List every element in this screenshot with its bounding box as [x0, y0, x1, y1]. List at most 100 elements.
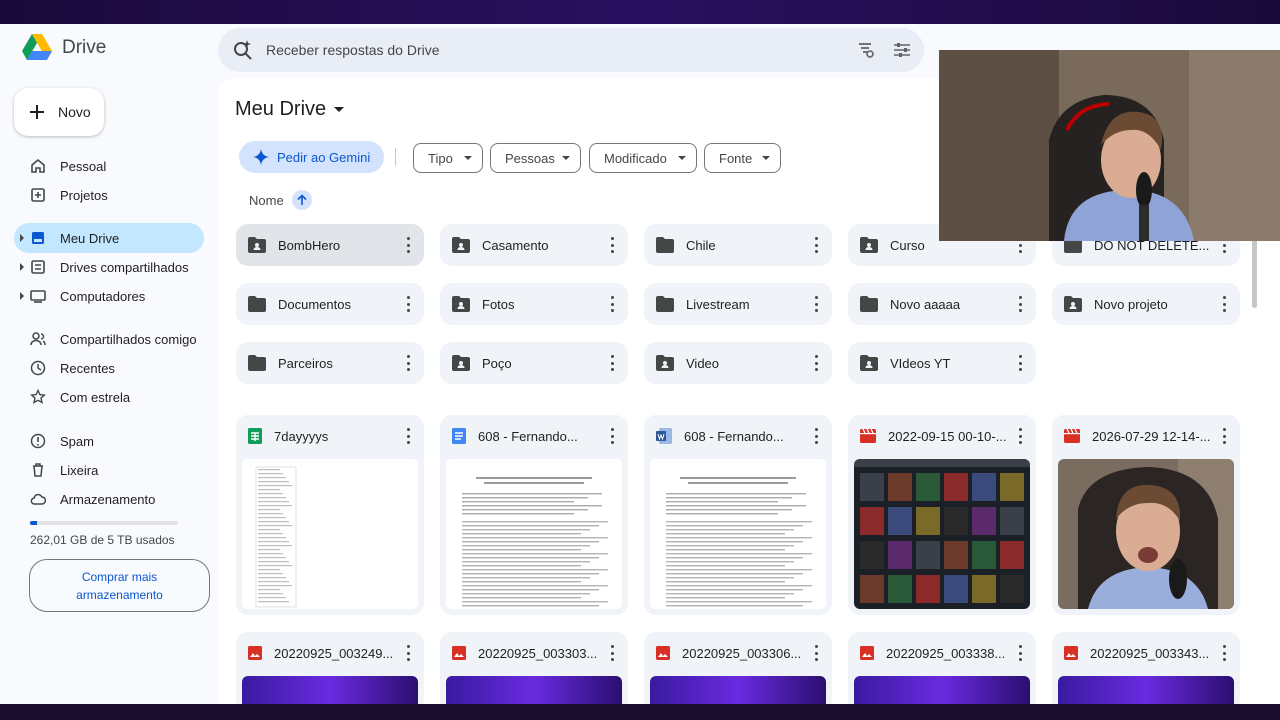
more-options-icon[interactable] [1222, 645, 1226, 661]
file-card[interactable]: 608 - Fernando... [644, 415, 832, 615]
file-card[interactable]: 2022-09-15 00-10-... [848, 415, 1036, 615]
more-options-icon[interactable] [610, 355, 614, 371]
clock-icon [30, 360, 46, 376]
folder-item[interactable]: Novo aaaaa [848, 283, 1036, 325]
file-card[interactable]: 7dayyyys [236, 415, 424, 615]
new-button-label: Novo [58, 104, 91, 120]
file-card[interactable]: 20220925_003343.... [1052, 632, 1240, 704]
folder-item[interactable]: Poço [440, 342, 628, 384]
file-thumbnail[interactable] [242, 676, 418, 704]
folder-item[interactable]: Fotos [440, 283, 628, 325]
sidebar-item-compartilhados-comigo[interactable]: Compartilhados comigo [14, 324, 204, 354]
sidebar-item-computadores[interactable]: Computadores [14, 281, 204, 311]
more-options-icon[interactable] [1018, 296, 1022, 312]
folder-name: Video [686, 355, 720, 371]
expand-caret-icon[interactable] [20, 234, 24, 242]
file-card[interactable]: 20220925_003338.... [848, 632, 1036, 704]
sidebar-item-label: Computadores [60, 288, 146, 304]
more-options-icon[interactable] [406, 645, 410, 661]
new-button[interactable]: Novo [14, 88, 104, 136]
sidebar-item-recentes[interactable]: Recentes [14, 353, 204, 383]
more-options-icon[interactable] [814, 645, 818, 661]
filter-chip-tipo[interactable]: Tipo [413, 143, 483, 173]
file-thumbnail[interactable] [242, 459, 418, 609]
file-thumbnail[interactable] [1058, 676, 1234, 704]
file-thumbnail[interactable] [446, 459, 622, 609]
filter-chip-pessoas[interactable]: Pessoas [490, 143, 581, 173]
more-options-icon[interactable] [610, 428, 614, 444]
folder-item[interactable]: BombHero [236, 224, 424, 266]
home-icon [31, 158, 45, 173]
sidebar-item-label: Recentes [60, 360, 115, 376]
file-card[interactable]: 20220925_003303.... [440, 632, 628, 704]
search-input[interactable] [266, 38, 826, 62]
file-card[interactable]: 608 - Fernando... [440, 415, 628, 615]
computer-icon [30, 290, 46, 303]
folder-item[interactable]: VIdeos YT [848, 342, 1036, 384]
file-thumbnail[interactable] [446, 676, 622, 704]
file-card[interactable]: 20220925_003306.... [644, 632, 832, 704]
filter-chip-modificado[interactable]: Modificado [589, 143, 697, 173]
sidebar-item-spam[interactable]: Spam [14, 426, 204, 456]
file-card[interactable]: 20220925_003249.... [236, 632, 424, 704]
ask-gemini-button[interactable]: Pedir ao Gemini [239, 141, 385, 173]
sidebar-item-pessoal[interactable]: Pessoal [14, 151, 204, 181]
expand-caret-icon[interactable] [20, 263, 24, 271]
more-options-icon[interactable] [814, 428, 818, 444]
file-thumbnail[interactable] [650, 459, 826, 609]
more-options-icon[interactable] [814, 237, 818, 253]
sort-ascending-icon[interactable] [291, 190, 312, 210]
more-options-icon[interactable] [1018, 645, 1022, 661]
sidebar-item-lixeira[interactable]: Lixeira [14, 455, 204, 485]
shared-folder-icon [452, 237, 470, 253]
more-options-icon[interactable] [1222, 428, 1226, 444]
sidebar-item-drives-compartilhados[interactable]: Drives compartilhados [14, 252, 204, 282]
filter-sliders-icon[interactable] [892, 40, 912, 60]
file-thumbnail[interactable] [650, 676, 826, 704]
file-card-header: 7dayyyys [236, 415, 424, 457]
file-thumbnail[interactable] [1058, 459, 1234, 609]
folder-item[interactable]: Parceiros [236, 342, 424, 384]
more-options-icon[interactable] [1018, 355, 1022, 371]
more-options-icon[interactable] [1018, 428, 1022, 444]
folder-item[interactable]: Documentos [236, 283, 424, 325]
folder-item[interactable]: Casamento [440, 224, 628, 266]
folder-name: Fotos [482, 296, 515, 312]
more-options-icon[interactable] [814, 296, 818, 312]
drive-logo[interactable]: Drive [22, 34, 106, 62]
file-card-header: 20220925_003249.... [236, 632, 424, 674]
trash-icon [33, 463, 43, 477]
more-options-icon[interactable] [406, 296, 410, 312]
folder-item[interactable]: Novo projeto [1052, 283, 1240, 325]
more-options-icon[interactable] [406, 237, 410, 253]
more-options-icon[interactable] [814, 355, 818, 371]
file-thumbnail[interactable] [854, 676, 1030, 704]
page-title[interactable]: Meu Drive [235, 98, 345, 121]
filter-chip-fonte[interactable]: Fonte [704, 143, 781, 173]
folder-item[interactable]: Chile [644, 224, 832, 266]
file-card-header: 20220925_003343.... [1052, 632, 1240, 674]
search-bar[interactable] [218, 28, 924, 72]
sort-by-name[interactable]: Nome [249, 190, 312, 210]
sidebar-item-meu-drive[interactable]: Meu Drive [14, 223, 204, 253]
more-options-icon[interactable] [610, 645, 614, 661]
more-options-icon[interactable] [406, 428, 410, 444]
more-options-icon[interactable] [610, 237, 614, 253]
more-options-icon[interactable] [610, 296, 614, 312]
sidebar-item-com-estrela[interactable]: Com estrela [14, 382, 204, 412]
search-options-icon[interactable] [856, 40, 876, 60]
chevron-down-icon [334, 107, 345, 112]
cloud-icon [30, 493, 46, 505]
folder-item[interactable]: Video [644, 342, 832, 384]
chevron-down-icon [762, 156, 770, 160]
file-thumbnail[interactable] [854, 459, 1030, 609]
expand-caret-icon[interactable] [20, 292, 24, 300]
sidebar-item-armazenamento[interactable]: Armazenamento [14, 484, 204, 514]
buy-storage-button[interactable]: Comprar mais armazenamento [29, 559, 210, 612]
file-card[interactable]: 2026-07-29 12-14-... [1052, 415, 1240, 615]
folder-item[interactable]: Livestream [644, 283, 832, 325]
file-name: 20220925_003303.... [478, 645, 598, 661]
more-options-icon[interactable] [406, 355, 410, 371]
sidebar-item-projetos[interactable]: Projetos [14, 180, 204, 210]
more-options-icon[interactable] [1222, 296, 1226, 312]
